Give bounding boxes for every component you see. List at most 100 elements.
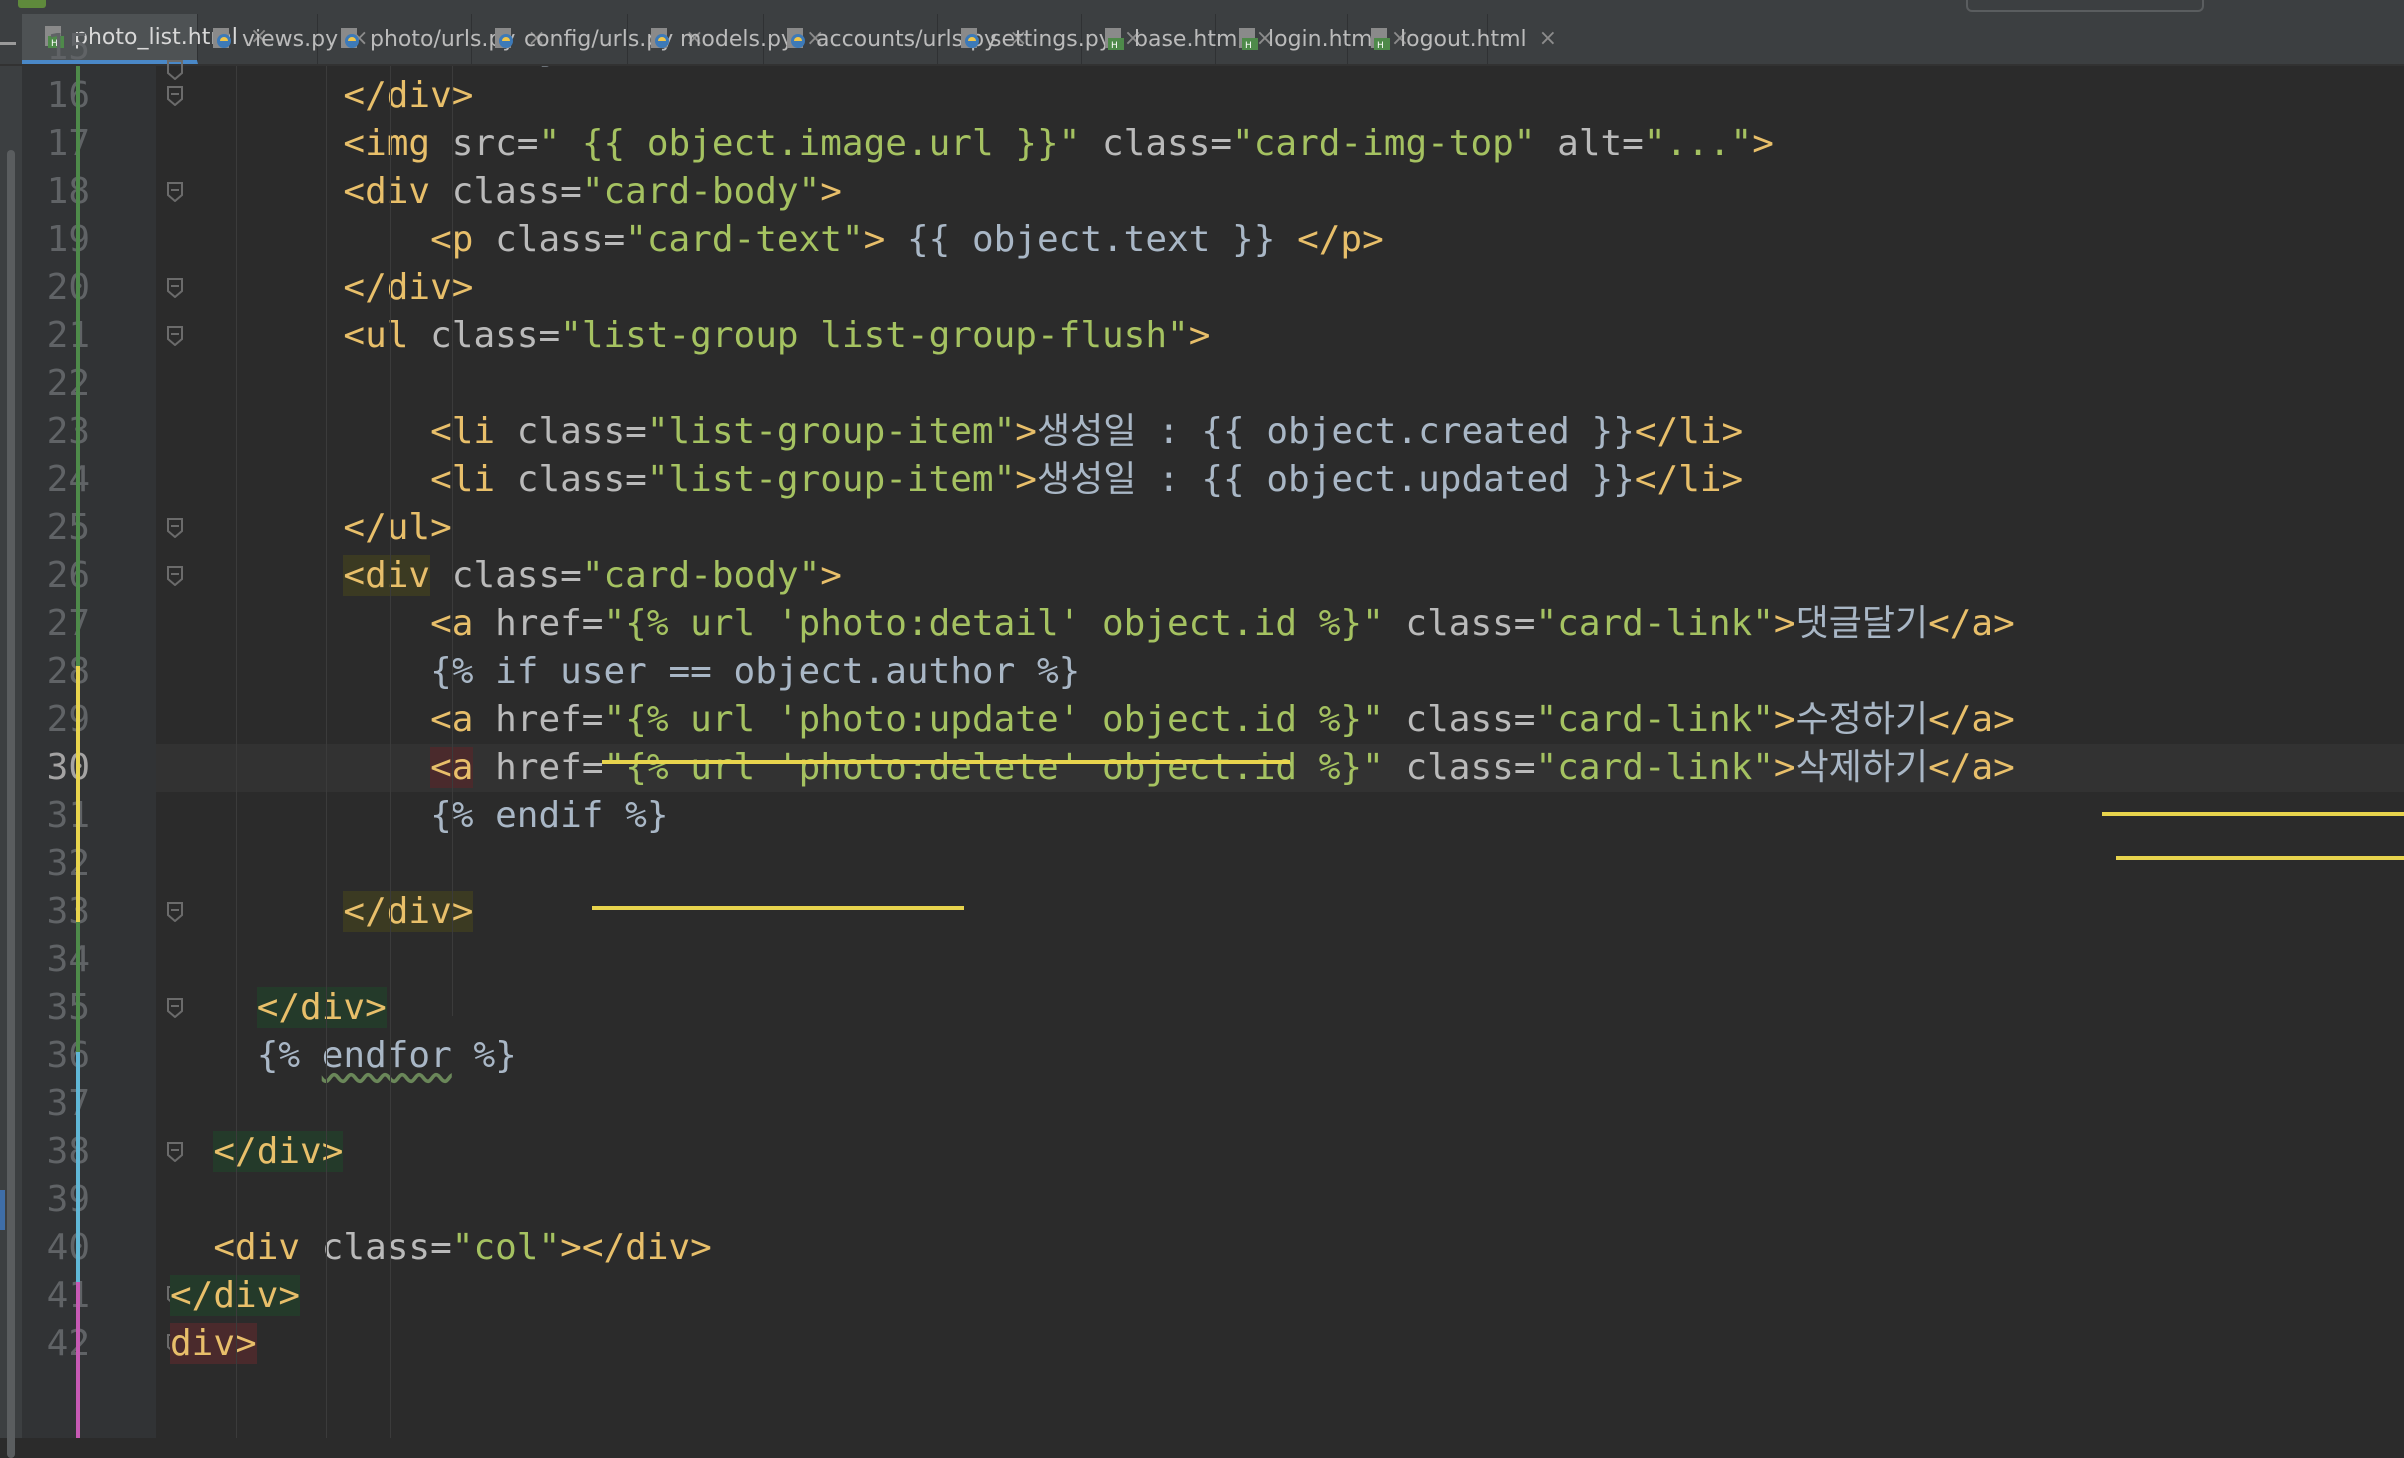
code-token: "{% url 'photo:detail' object.id %}" [603, 603, 1384, 644]
code-line[interactable]: {% if user == object.author %} [156, 648, 2404, 696]
code-token: </li> [1634, 459, 1744, 500]
code-token: "card-body" [581, 171, 821, 212]
html-file-icon: H [1236, 26, 1262, 52]
code-token: class= [516, 411, 647, 452]
annotation-underline [2116, 856, 2404, 860]
annotation-underline [592, 906, 964, 910]
code-line[interactable]: <img src=" {{ object.image.url }}" class… [156, 120, 2404, 168]
indent-guide [326, 66, 327, 1438]
code-token: class= [451, 555, 582, 596]
code-token: "..." [1643, 123, 1753, 164]
code-line[interactable]: <div class="col"></div> [156, 1224, 2404, 1272]
code-line[interactable]: <a href="{% url 'photo:detail' object.id… [156, 600, 2404, 648]
python-file-icon [958, 26, 984, 52]
code-line[interactable]: <div class="card-body"> [156, 168, 2404, 216]
tab-list-menu-icon[interactable] [0, 42, 16, 45]
line-number[interactable]: 15 [22, 24, 90, 72]
code-token: </p> [1297, 219, 1384, 260]
code-line[interactable]: {% endif %} [156, 792, 2404, 840]
search-everywhere-box[interactable] [1966, 0, 2204, 12]
tab-accounts-urls-py[interactable]: accounts/urls.py × [764, 14, 1028, 64]
python-file-icon [784, 26, 810, 52]
code-line[interactable]: <li class="list-group-item">생성일 : {{ obj… [156, 456, 2404, 504]
python-file-icon [210, 26, 236, 52]
code-token: %} [451, 1035, 517, 1076]
tab-base-html[interactable]: Hbase.html × [1082, 14, 1274, 64]
python-file-icon [338, 26, 364, 52]
code-token: alt= [1535, 123, 1644, 164]
code-token: > [1773, 699, 1796, 740]
code-line[interactable]: div> [156, 1320, 2404, 1368]
vcs-changed-marker[interactable] [76, 1052, 80, 1282]
code-token: "card-body" [581, 555, 821, 596]
code-line[interactable] [156, 1080, 2404, 1128]
code-token: href= [495, 747, 604, 788]
code-line[interactable] [156, 936, 2404, 984]
editor-tab-bar: Hphoto_list.html × views.py × photo/urls.py ×… [0, 14, 2404, 66]
structure-marker[interactable] [0, 1190, 5, 1230]
code-line[interactable]: <div class="card-body"> [156, 552, 2404, 600]
code-token: class= [495, 219, 626, 260]
code-line[interactable]: </div> [156, 984, 2404, 1032]
code-token: <div [170, 171, 452, 212]
tab-settings-py[interactable]: settings.py × [938, 14, 1142, 64]
code-line[interactable]: </div> [156, 888, 2404, 936]
tab-photo-urls-py[interactable]: photo/urls.py × [318, 14, 546, 64]
code-line[interactable]: <p class="card-text"> {{ object.text }} … [156, 216, 2404, 264]
code-editor[interactable]: {{ object.author }} </div> <img src=" {{… [156, 66, 2404, 1438]
code-token: "list-group-item" [646, 411, 1016, 452]
code-line[interactable]: </div> [156, 1128, 2404, 1176]
tab-login-html[interactable]: Hlogin.html × [1216, 14, 1409, 64]
tab-logout-html[interactable]: Hlogout.html × [1348, 14, 1557, 64]
code-token: > [1188, 315, 1211, 356]
project-icon[interactable] [18, 0, 46, 8]
code-line[interactable]: </div> [156, 72, 2404, 120]
code-line[interactable]: <li class="list-group-item">생성일 : {{ obj… [156, 408, 2404, 456]
html-file-icon: H [1368, 26, 1394, 52]
code-line[interactable] [156, 840, 2404, 888]
code-line[interactable]: {% endfor %} [156, 1032, 2404, 1080]
code-token: "{% url 'photo:update' object.id %}" [603, 699, 1384, 740]
code-token: 삭제하기 [1795, 747, 1929, 788]
code-token: </a> [1928, 603, 2015, 644]
tab-views-py[interactable]: views.py × [190, 14, 369, 64]
code-token: href= [495, 699, 604, 740]
vcs-added-marker[interactable] [76, 922, 80, 1052]
code-line[interactable]: <a href="{% url 'photo:delete' object.id… [156, 744, 2404, 792]
code-line[interactable]: </ul> [156, 504, 2404, 552]
annotation-underline [2102, 812, 2404, 816]
tab-models-py[interactable]: models.py × [628, 14, 824, 64]
html-file-icon: H [1102, 26, 1128, 52]
code-token: > [820, 555, 842, 596]
code-token: "list-group list-group-flush" [560, 315, 1189, 356]
code-token: class= [451, 171, 582, 212]
code-token: "card-text" [625, 219, 864, 260]
code-token: > [863, 219, 886, 260]
code-token: </li> [1634, 411, 1744, 452]
left-tool-strip [0, 66, 22, 1458]
code-line[interactable]: </div> [156, 264, 2404, 312]
code-token: </div> [170, 267, 474, 308]
code-line[interactable]: <ul class="list-group list-group-flush"> [156, 312, 2404, 360]
vertical-scrollbar[interactable] [7, 150, 15, 1458]
code-token: {% endif %} [170, 795, 669, 836]
python-file-icon [492, 26, 518, 52]
tab-config-urls-py[interactable]: config/urls.py × [472, 14, 704, 64]
code-line[interactable]: <a href="{% url 'photo:update' object.id… [156, 696, 2404, 744]
line-number-gutter[interactable]: 15 16 17 18 19 20 21 22 23 24 25 26 27 28 29 30 31 32 33 34… [22, 27, 183, 1438]
vcs-modified-marker[interactable] [76, 666, 80, 922]
indent-guide [452, 66, 453, 1016]
code-token: > [1752, 123, 1774, 164]
code-token: <li [170, 411, 517, 452]
code-token: </div> [170, 75, 474, 116]
code-line[interactable] [156, 1176, 2404, 1224]
code-line[interactable] [156, 360, 2404, 408]
vcs-modified-marker[interactable] [76, 1282, 80, 1438]
vcs-added-marker[interactable] [76, 66, 80, 666]
close-icon[interactable]: × [1539, 28, 1557, 50]
code-line[interactable]: </div> [156, 1272, 2404, 1320]
